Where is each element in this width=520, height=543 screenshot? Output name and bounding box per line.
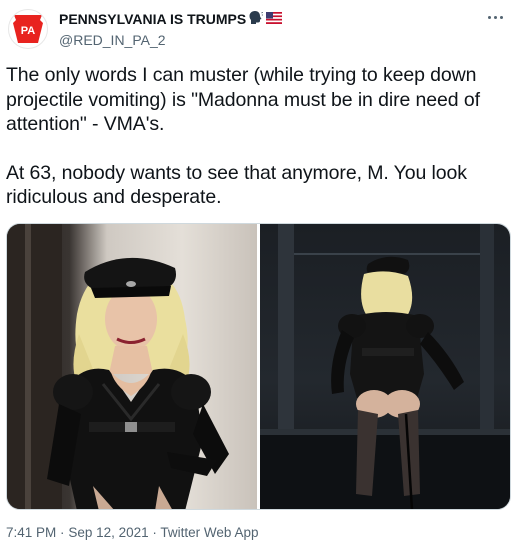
avatar-label: PA: [21, 25, 36, 37]
more-dot-icon: [487, 15, 491, 19]
performer-back-image: [260, 224, 510, 509]
tweet-time[interactable]: 7:41 PM: [6, 525, 56, 540]
photo-performer-front[interactable]: [7, 224, 257, 509]
media-grid: [6, 223, 511, 510]
separator-dot: ·: [152, 525, 157, 540]
author-handle[interactable]: @RED_IN_PA_2: [59, 31, 282, 49]
tweet-paragraph: The only words I can muster (while tryin…: [6, 64, 480, 135]
tweet-source[interactable]: Twitter Web App: [160, 525, 258, 540]
tweet-date[interactable]: Sep 12, 2021: [68, 525, 148, 540]
more-dot-icon: [499, 15, 503, 19]
author-block: PENNSYLVANIA IS TRUMPS @RED_IN_PA_2: [59, 10, 283, 49]
avatar[interactable]: PA: [8, 9, 48, 49]
author-name[interactable]: PENNSYLVANIA IS TRUMPS: [59, 10, 246, 28]
author-name-row[interactable]: PENNSYLVANIA IS TRUMPS: [59, 10, 283, 28]
tweet-card: PA PENNSYLVANIA IS TRUMPS @RED_IN_PA_2 T…: [0, 0, 520, 543]
more-options-button[interactable]: [484, 8, 506, 26]
photo-performer-back[interactable]: [260, 224, 510, 509]
tweet-metadata: 7:41 PM · Sep 12, 2021 · Twitter Web App: [6, 525, 258, 540]
more-dot-icon: [493, 15, 497, 19]
us-flag-icon: [266, 10, 283, 28]
tweet-text: The only words I can muster (while tryin…: [6, 63, 511, 210]
tweet-paragraph: At 63, nobody wants to see that anymore,…: [6, 161, 467, 209]
keystone-logo-icon: PA: [13, 15, 43, 43]
performer-front-image: [7, 224, 229, 509]
separator-dot: ·: [60, 525, 65, 540]
speaking-head-icon: [249, 10, 264, 28]
